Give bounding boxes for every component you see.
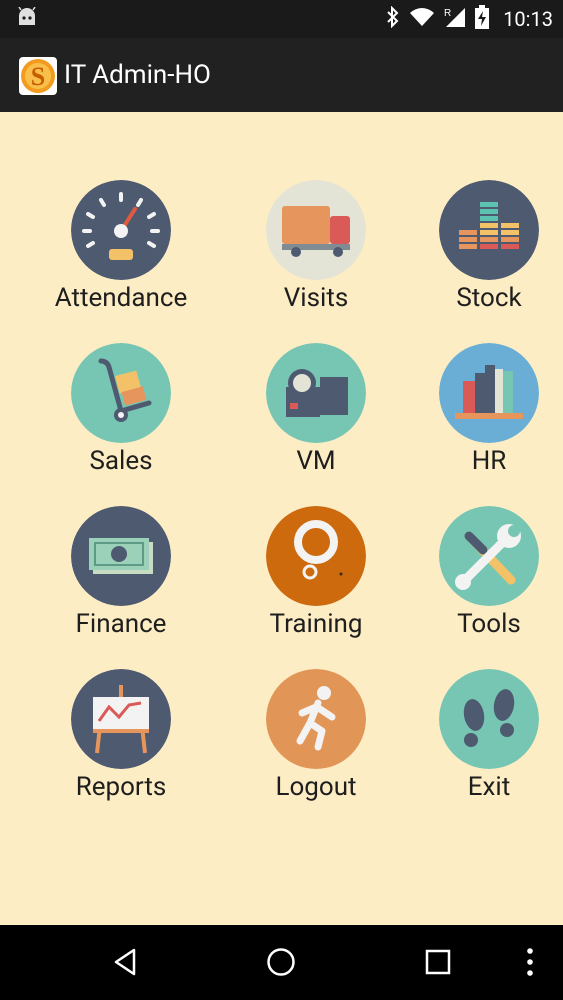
svg-text:R: R: [444, 8, 451, 19]
truck-icon: [266, 180, 366, 280]
menu-item-label: Exit: [467, 772, 511, 802]
running-man-icon: [266, 669, 366, 769]
bluetooth-icon: [385, 5, 401, 32]
back-button[interactable]: [85, 925, 165, 1000]
menu-item-stock[interactable]: Stock: [404, 180, 563, 330]
wifi-icon: [409, 7, 435, 31]
menu-item-label: Logout: [275, 772, 357, 802]
menu-item-vm[interactable]: VM: [231, 343, 401, 493]
home-icon: [241, 947, 321, 977]
menu-item-label: VM: [296, 446, 336, 476]
menu-item-label: Attendance: [54, 283, 188, 313]
thought-bubble-icon: [266, 506, 366, 606]
nav-bar: [0, 925, 563, 1000]
menu-item-training[interactable]: Training: [231, 506, 401, 656]
app-title: IT Admin-HO: [64, 60, 211, 90]
hand-truck-icon: [71, 343, 171, 443]
menu-item-attendance[interactable]: Attendance: [36, 180, 206, 330]
action-bar: S IT Admin-HO: [0, 38, 563, 112]
menu-item-visits[interactable]: Visits: [231, 180, 401, 330]
footprints-icon: [439, 669, 539, 769]
stacked-boxes-icon: [439, 180, 539, 280]
menu-item-label: Finance: [75, 609, 167, 639]
app-logo-icon: S: [19, 57, 57, 95]
menu-item-label: Visits: [283, 283, 349, 313]
menu-item-label: Reports: [75, 772, 167, 802]
menu-item-label: Training: [269, 609, 363, 639]
menu-item-label: Stock: [456, 283, 522, 313]
home-button[interactable]: [241, 925, 321, 1000]
back-icon: [85, 947, 165, 977]
wrench-screwdriver-icon: [439, 506, 539, 606]
menu-item-label: Tools: [457, 609, 521, 639]
video-camera-icon: [266, 343, 366, 443]
menu-item-logout[interactable]: Logout: [231, 669, 401, 819]
overflow-menu-icon: [505, 947, 555, 977]
status-bar: R 10:13: [0, 0, 563, 38]
menu-item-label: Sales: [89, 446, 153, 476]
status-time: 10:13: [503, 7, 553, 31]
menu-item-hr[interactable]: HR: [404, 343, 563, 493]
overflow-menu-button[interactable]: [505, 925, 555, 1000]
menu-item-exit[interactable]: Exit: [404, 669, 563, 819]
battery-charging-icon: [475, 5, 490, 33]
recents-icon: [398, 947, 478, 977]
signal-roaming-icon: R: [443, 6, 467, 32]
menu-item-reports[interactable]: Reports: [36, 669, 206, 819]
easel-chart-icon: [71, 669, 171, 769]
books-icon: [439, 343, 539, 443]
menu-item-finance[interactable]: Finance: [36, 506, 206, 656]
money-icon: [71, 506, 171, 606]
android-debug-icon: [16, 6, 38, 31]
menu-item-sales[interactable]: Sales: [36, 343, 206, 493]
svg-text:S: S: [31, 62, 45, 91]
speedometer-icon: [71, 180, 171, 280]
recents-button[interactable]: [398, 925, 478, 1000]
menu-grid: Attendance Visits Stock Sales VM HR Fina…: [0, 112, 563, 925]
menu-item-tools[interactable]: Tools: [404, 506, 563, 656]
menu-item-label: HR: [471, 446, 507, 476]
